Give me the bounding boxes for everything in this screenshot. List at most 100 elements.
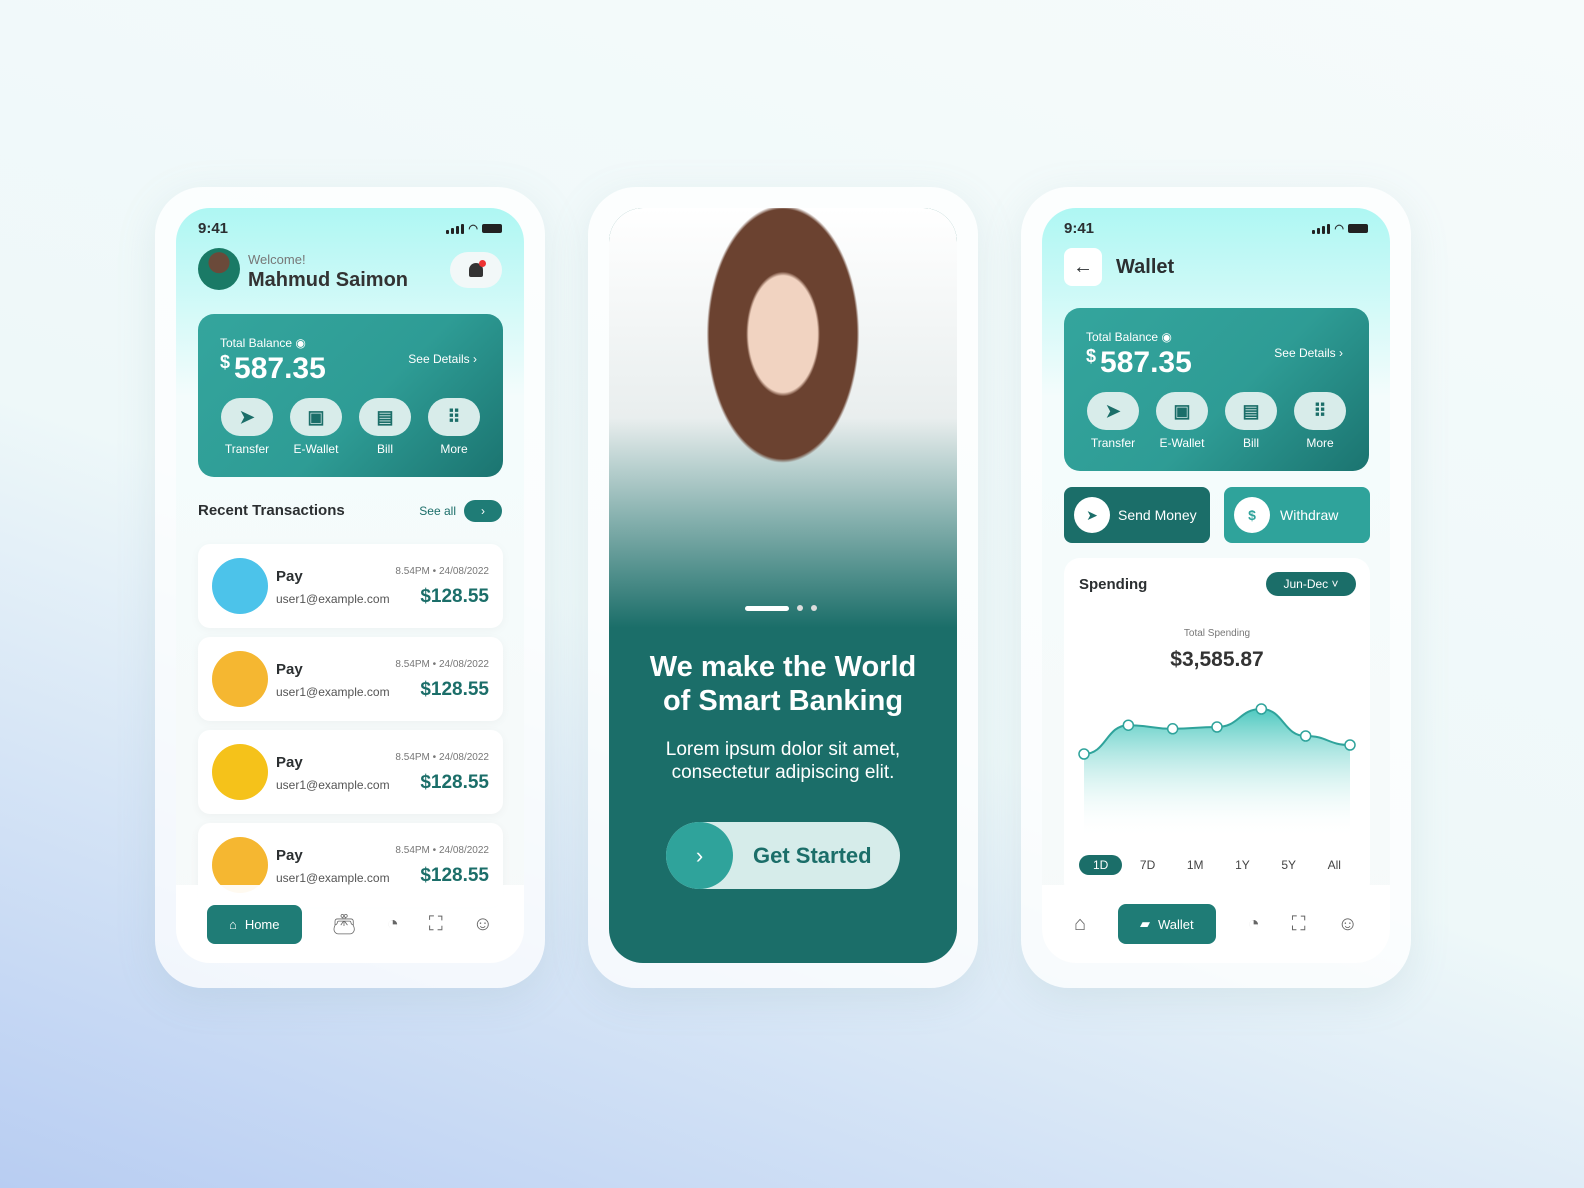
transaction-row[interactable]: Pay user1@example.com 8.54PM • 24/08/2022 $… bbox=[198, 637, 503, 721]
bottom-nav: ⌂ Home 👛︎ ◔ ⛶ ☺ bbox=[176, 885, 524, 963]
spending-point[interactable] bbox=[1166, 723, 1179, 735]
grid-icon: ⠿ bbox=[1294, 392, 1346, 430]
nav-profile-icon[interactable]: ☺ bbox=[1338, 913, 1358, 936]
transfer-button[interactable]: ➤ Transfer bbox=[1086, 392, 1140, 450]
signal-icon bbox=[1312, 223, 1331, 234]
send-icon: ➤ bbox=[1074, 497, 1110, 533]
send-icon: ➤ bbox=[1087, 392, 1139, 430]
get-started-button[interactable]: › Get Started bbox=[666, 822, 900, 889]
bill-button[interactable]: ▤ Bill bbox=[358, 398, 412, 456]
period-dropdown[interactable]: Jun-Dec ˅ bbox=[1266, 572, 1356, 596]
wifi-icon: ◠ bbox=[468, 223, 478, 235]
total-spending-value: $3,585.87 bbox=[1170, 648, 1264, 671]
back-button[interactable]: ← bbox=[1064, 248, 1102, 286]
more-button[interactable]: ⠿ More bbox=[1293, 392, 1347, 450]
spending-title: Spending bbox=[1079, 576, 1148, 593]
nav-scan-icon[interactable]: ⛶ bbox=[429, 913, 443, 936]
total-spending-label: Total Spending bbox=[1183, 628, 1251, 639]
bill-button[interactable]: ▤ Bill bbox=[1224, 392, 1278, 450]
avatar[interactable] bbox=[198, 248, 240, 290]
status-bar: 9:41 ◠ bbox=[198, 220, 502, 237]
grid-icon: ⠿ bbox=[428, 398, 480, 436]
welcome-text: Welcome! bbox=[248, 252, 306, 267]
spending-chart bbox=[1078, 703, 1356, 838]
e-wallet-button[interactable]: ▣ E-Wallet bbox=[289, 398, 343, 456]
more-button[interactable]: ⠿ More bbox=[427, 398, 481, 456]
eye-icon[interactable]: ◉ bbox=[295, 336, 305, 350]
balance-label: Total Balance bbox=[220, 336, 293, 350]
time: 9:41 bbox=[198, 220, 229, 237]
bell-icon bbox=[469, 260, 486, 277]
wallet-screen: 9:41 ◠ ← Wallet Total Balance ◉ $587.35 S… bbox=[1042, 208, 1390, 963]
nav-profile-icon[interactable]: ☺ bbox=[473, 913, 493, 936]
avatar bbox=[212, 651, 268, 707]
range-tab-1d[interactable]: 1D bbox=[1079, 855, 1123, 875]
spending-point[interactable] bbox=[1122, 719, 1135, 731]
range-tab-5y[interactable]: 5Y bbox=[1267, 855, 1310, 875]
transaction-row[interactable]: Pay user1@example.com 8.54PM • 24/08/2022 $… bbox=[198, 730, 503, 814]
see-all-link[interactable]: See all › bbox=[419, 500, 502, 522]
home-phone: 9:41 ◠ Welcome! Mahmud Saimon Total Balan… bbox=[155, 187, 545, 988]
e-wallet-button[interactable]: ▣ E-Wallet bbox=[1155, 392, 1209, 450]
nav-chart-icon[interactable]: ◔ bbox=[387, 913, 399, 936]
notification-button[interactable] bbox=[450, 252, 502, 288]
onboarding-phone: We make the World of Smart Banking Lorem… bbox=[588, 187, 978, 988]
range-tab-all[interactable]: All bbox=[1314, 855, 1355, 875]
transaction-row[interactable]: Pay user1@example.com 8.54PM • 24/08/2022 $… bbox=[198, 544, 503, 628]
send-icon: ➤ bbox=[221, 398, 273, 436]
wallet-icon: ▰ bbox=[1140, 916, 1150, 931]
balance-amount: $587.35 bbox=[1086, 346, 1192, 379]
atm-icon: $ bbox=[1234, 497, 1270, 533]
see-details-link[interactable]: See Details › bbox=[1274, 346, 1343, 360]
bill-icon: ▤ bbox=[359, 398, 411, 436]
headline: We make the World of Smart Banking bbox=[649, 651, 917, 717]
wallet-phone: 9:41 ◠ ← Wallet Total Balance ◉ $587.35 S… bbox=[1021, 187, 1411, 988]
see-details-link[interactable]: See Details › bbox=[408, 352, 477, 366]
withdraw-button[interactable]: $ Withdraw bbox=[1224, 487, 1370, 543]
nav-home-icon[interactable]: ⌂ bbox=[1074, 913, 1086, 936]
spending-point[interactable] bbox=[1078, 748, 1090, 760]
range-tab-7d[interactable]: 7D bbox=[1126, 855, 1169, 875]
balance-card: Total Balance ◉ $587.35 See Details › ➤ T… bbox=[1064, 308, 1369, 471]
bottom-nav: ⌂ ▰ Wallet ◔ ⛶ ☺ bbox=[1042, 885, 1390, 963]
avatar bbox=[212, 744, 268, 800]
onboarding-screen: We make the World of Smart Banking Lorem… bbox=[609, 208, 957, 963]
spending-point[interactable] bbox=[1211, 721, 1223, 733]
avatar bbox=[212, 558, 268, 614]
nav-chart-icon[interactable]: ◔ bbox=[1248, 913, 1260, 936]
wallet-icon: ▣ bbox=[290, 398, 342, 436]
nav-wallet-icon[interactable]: 👛︎ bbox=[331, 912, 356, 937]
body-text: Lorem ipsum dolor sit amet, consectetur … bbox=[665, 739, 901, 783]
nav-wallet[interactable]: ▰ Wallet bbox=[1118, 904, 1216, 944]
nav-scan-icon[interactable]: ⛶ bbox=[1292, 913, 1306, 936]
range-tabs: 1D 7D 1M 1Y 5Y All bbox=[1079, 855, 1355, 875]
spending-card: Spending Jun-Dec ˅ Total Spending $3,585… bbox=[1064, 558, 1370, 898]
recent-transactions-title: Recent Transactions bbox=[198, 502, 345, 519]
wallet-icon: ▣ bbox=[1156, 392, 1208, 430]
transfer-button[interactable]: ➤ Transfer bbox=[220, 398, 274, 456]
spending-point[interactable] bbox=[1344, 739, 1356, 751]
range-tab-1y[interactable]: 1Y bbox=[1221, 855, 1264, 875]
hero-photo bbox=[609, 208, 957, 628]
range-tab-1m[interactable]: 1M bbox=[1173, 855, 1218, 875]
balance-card: Total Balance ◉ $587.35 See Details › ➤ T… bbox=[198, 314, 503, 477]
page-indicator bbox=[745, 605, 817, 611]
battery-icon bbox=[1348, 224, 1368, 233]
balance-amount: $587.35 bbox=[220, 352, 326, 385]
home-icon: ⌂ bbox=[228, 916, 237, 932]
spending-point[interactable] bbox=[1255, 703, 1268, 715]
arrow-right-icon: › bbox=[666, 822, 733, 889]
user-name: Mahmud Saimon bbox=[248, 269, 409, 291]
battery-icon bbox=[482, 224, 502, 233]
spending-point[interactable] bbox=[1299, 730, 1312, 742]
eye-icon[interactable]: ◉ bbox=[1161, 330, 1171, 344]
nav-home[interactable]: ⌂ Home bbox=[206, 904, 302, 944]
bill-icon: ▤ bbox=[1225, 392, 1277, 430]
home-screen: 9:41 ◠ Welcome! Mahmud Saimon Total Balan… bbox=[176, 208, 524, 963]
status-bar: 9:41 ◠ bbox=[1064, 220, 1368, 237]
send-money-button[interactable]: ➤ Send Money bbox=[1064, 487, 1210, 543]
signal-icon bbox=[446, 223, 465, 234]
wifi-icon: ◠ bbox=[1334, 223, 1344, 235]
page-title: Wallet bbox=[1116, 256, 1175, 278]
chevron-right-icon: › bbox=[464, 500, 502, 522]
